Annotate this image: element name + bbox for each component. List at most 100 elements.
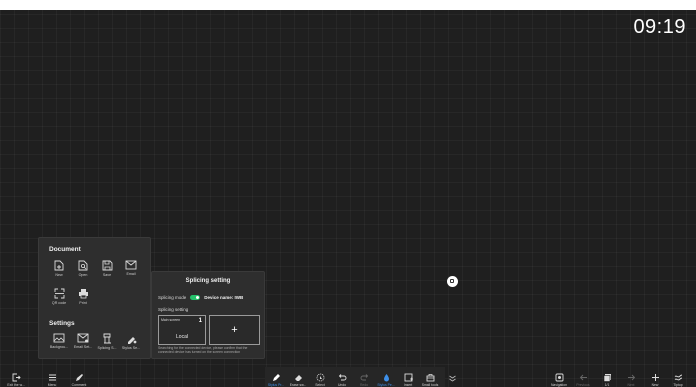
erase-button[interactable]: Erase sw... [288,373,308,387]
next-icon [627,374,635,381]
clock: 09:19 [633,16,686,38]
insert-label: Insert [403,383,413,387]
background-label: Backgrou... [49,345,69,349]
document-panel: Document New Open Save Email QR code Pri… [38,237,151,359]
document-title: Document [49,246,81,253]
background-icon [53,333,65,343]
select-button[interactable]: Select [310,373,330,387]
splicing-title: Splicing setting [185,278,231,284]
email-settings-button[interactable]: Email Set... [71,333,95,349]
undo-label: Undo [337,383,347,387]
print-label: Print [79,301,87,305]
stylus-settings-label: Stylus Se... [121,346,141,350]
print-icon [78,289,88,299]
stylus-pen-label: Stylus Pe... [377,383,395,387]
stylus-settings-button[interactable]: Stylus Se... [119,333,143,350]
small-tools-label: Small tools [421,383,439,387]
select-label: Select [315,383,325,387]
email-settings-label: Email Set... [73,345,93,349]
stylus-settings-icon [127,337,136,344]
tiptop-button[interactable]: Tiptop [668,373,688,387]
pages-button[interactable]: 1/1 [597,373,617,387]
pages-icon [603,374,611,382]
screen-number: 1 [198,318,202,324]
email-settings-icon [77,333,89,343]
splicing-hint: Searching for the connected device, plea… [158,346,248,355]
qr-code-icon [54,288,64,299]
tiptop-icon [674,374,682,381]
navigation-icon [555,373,563,382]
previous-page-button[interactable]: Previous [573,373,593,387]
stylus-pen-icon [383,374,389,382]
select-icon [316,373,324,382]
screen-name: Main screen [161,318,181,322]
new-page-button[interactable]: New [645,373,665,387]
next-label: Next [627,383,635,387]
email-icon [125,260,137,270]
splicing-mode-toggle[interactable] [190,295,201,300]
stylus-button[interactable]: Stylus Pr... [266,373,286,387]
add-screen-button[interactable]: + [209,315,260,345]
new-label: New [55,273,63,277]
new-page-label: New [651,383,659,387]
splicing-mode-label: Splicing mode [158,295,187,300]
splicing-settings-label: Splicing S... [97,346,117,350]
undo-button[interactable]: Undo [332,373,352,387]
next-page-button[interactable]: Next [621,373,641,387]
new-file-icon [54,260,64,271]
main-screen-tile[interactable]: Main screen 1 Local [158,315,206,345]
floating-home-button[interactable] [447,276,458,287]
small-tools-button[interactable]: Small tools [420,373,440,387]
save-icon [102,260,112,271]
open-document-button[interactable]: Open [71,260,95,277]
stylus-icon [272,374,280,381]
undo-icon [338,374,346,381]
splicing-setting-label: Splicing setting [158,307,189,312]
page-indicator: 1/1 [604,383,610,387]
navigation-label: Navigation [550,383,568,387]
print-button[interactable]: Print [71,288,95,305]
stylus-pen-button[interactable]: Stylus Pe... [376,373,396,387]
open-label: Open [78,273,88,277]
exit-button[interactable]: Exit the w... [6,373,26,387]
top-edge-bar [0,0,696,10]
redo-icon [360,374,368,381]
navigation-button[interactable]: Navigation [549,373,569,387]
open-file-icon [78,260,88,271]
insert-button[interactable]: Insert [398,373,418,387]
menu-label: Menu [47,383,57,387]
stylus-label: Stylus Pr... [267,383,285,387]
splicing-settings-icon [103,333,111,344]
eraser-icon [294,375,302,381]
erase-label: Erase sw... [289,383,307,387]
screen-local-label: Local [176,334,188,340]
qr-code-label: QR code [51,301,67,305]
previous-icon [579,374,587,381]
exit-icon [12,373,21,382]
splicing-mode-row: Splicing mode Device name: IWB [158,295,243,300]
save-document-button[interactable]: Save [95,260,119,277]
comment-button[interactable]: Comment [69,373,89,387]
email-label: Email [126,272,136,276]
double-chevron-down-icon [448,375,456,382]
menu-button[interactable]: Menu [42,373,62,387]
previous-label: Previous [576,383,590,387]
splicing-setting-panel: Splicing setting Splicing mode Device na… [151,271,265,359]
menu-icon [48,374,56,381]
tiptop-label: Tiptop [673,383,683,387]
small-tools-icon [426,374,434,382]
device-name: Device name: IWB [204,295,244,300]
new-document-button[interactable]: New [47,260,71,277]
bottom-toolbar: Exit the w... Menu Comment Stylus Pr... … [0,367,696,387]
redo-label: Redo [359,383,369,387]
redo-button[interactable]: Redo [354,373,374,387]
email-document-button[interactable]: Email [119,260,143,276]
exit-label: Exit the w... [7,383,25,387]
settings-title: Settings [49,320,75,327]
comment-pen-icon [75,374,83,381]
new-page-icon [651,374,659,381]
qr-code-button[interactable]: QR code [47,288,71,305]
background-settings-button[interactable]: Backgrou... [47,333,71,349]
expand-toolbar-button[interactable] [442,374,462,383]
splicing-settings-button[interactable]: Splicing S... [95,333,119,350]
